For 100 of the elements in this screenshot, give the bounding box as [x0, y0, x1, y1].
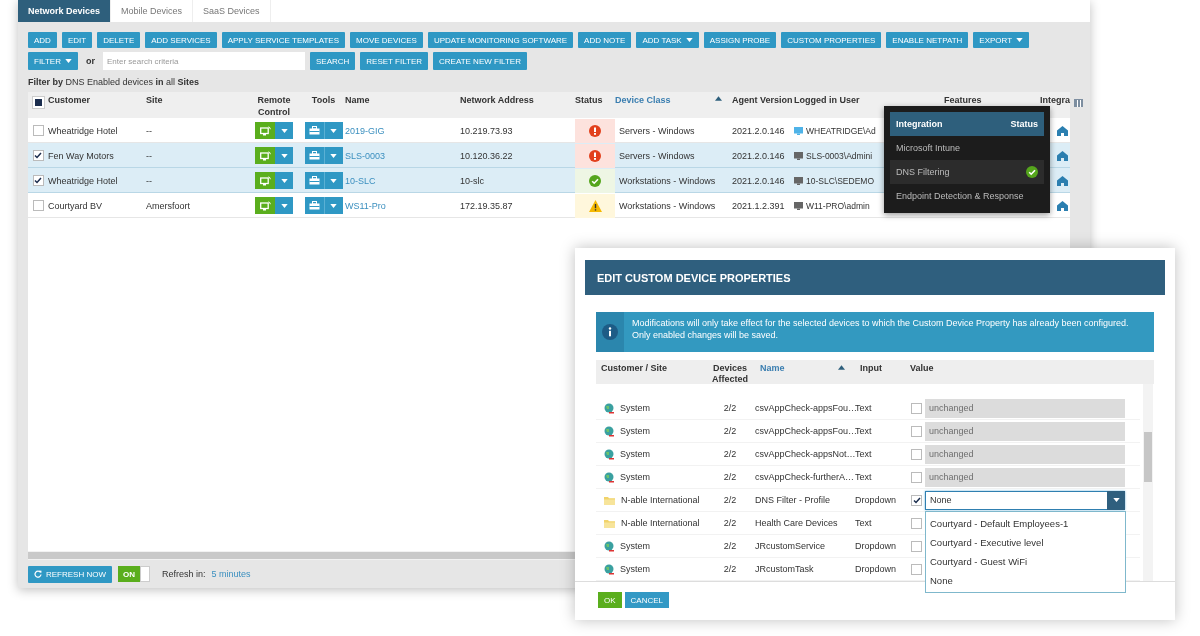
toolbar-button[interactable]: EDIT — [61, 32, 93, 48]
integration-item[interactable]: Microsoft Intune — [890, 136, 1044, 160]
dropdown-option[interactable]: Courtyard - Executive level — [926, 532, 1125, 552]
caret-icon — [330, 128, 337, 133]
tools-button[interactable] — [304, 122, 325, 139]
dropdown-field[interactable]: None — [925, 490, 1125, 510]
filter-action-button[interactable]: SEARCH — [309, 52, 356, 70]
row-checkbox[interactable] — [32, 175, 44, 186]
menu-button[interactable] — [275, 122, 293, 139]
column-header[interactable]: Devices Affected — [705, 360, 755, 385]
device-link[interactable]: 2019-GIG — [345, 125, 460, 136]
filter-action-button[interactable]: CREATE NEW FILTER — [433, 52, 527, 70]
toolbar-button[interactable]: APPLY SERVICE TEMPLATES — [221, 32, 345, 48]
column-header[interactable]: Name — [345, 92, 460, 106]
toolbox-icon — [308, 201, 320, 210]
tools-button[interactable] — [304, 147, 325, 164]
enable-checkbox[interactable] — [911, 563, 922, 575]
table-cell-text: Workstations - Windows — [618, 175, 717, 186]
house-icon[interactable] — [1057, 200, 1068, 211]
remote-control-button[interactable] — [255, 147, 275, 164]
toolbar-button[interactable]: ADD SERVICES — [145, 32, 217, 48]
toolbar-button[interactable]: ENABLE NETPATH — [886, 32, 969, 48]
enable-checkbox[interactable] — [911, 517, 922, 529]
column-header[interactable]: Status — [575, 92, 615, 106]
column-header[interactable]: Agent Version — [732, 92, 794, 106]
row-checkbox[interactable] — [32, 150, 44, 161]
toolbar-button[interactable]: ADD TASK — [636, 32, 699, 48]
tools-button[interactable] — [304, 172, 325, 189]
monitor-icon — [259, 175, 271, 186]
dialog-button[interactable]: CANCEL — [624, 592, 669, 608]
column-header[interactable]: Remote Control — [246, 92, 302, 118]
toolbar-button[interactable]: EXPORT — [973, 32, 1030, 48]
column-header[interactable]: Input — [855, 360, 905, 374]
table-cell-text: Health Care Devices — [755, 518, 839, 528]
enable-checkbox[interactable] — [911, 402, 922, 414]
enable-checkbox[interactable] — [911, 540, 922, 552]
enable-checkbox[interactable] — [911, 448, 922, 460]
enable-checkbox[interactable] — [911, 471, 922, 483]
table-cell: WHEATRIDGE\Ad — [806, 125, 876, 136]
caret-icon — [280, 153, 288, 158]
table-cell-text: Text — [855, 518, 873, 528]
house-icon[interactable] — [1057, 125, 1068, 136]
enable-checkbox[interactable] — [911, 494, 922, 506]
toolbar-button[interactable]: DELETE — [97, 32, 141, 48]
device-link[interactable]: SLS-0003 — [345, 150, 460, 161]
column-header[interactable]: Site — [146, 92, 246, 106]
sort-icon — [838, 365, 845, 370]
column-header[interactable]: Logged in User — [794, 92, 944, 106]
row-checkbox[interactable] — [32, 200, 44, 211]
column-header[interactable]: Customer / Site — [596, 360, 705, 374]
menu-button[interactable] — [275, 197, 293, 214]
tab[interactable]: Network Devices — [18, 0, 112, 22]
select-all-checkbox[interactable] — [32, 96, 44, 108]
table-cell-text: Text — [855, 403, 873, 413]
table-cell-text: Wheatridge Hotel — [48, 125, 119, 136]
column-header[interactable]: Name — [755, 360, 855, 374]
house-icon[interactable] — [1057, 150, 1068, 161]
search-field[interactable]: Enter search criteria — [102, 52, 305, 70]
integration-item[interactable]: DNS Filtering — [890, 160, 1044, 184]
column-header[interactable]: Device Class — [615, 92, 732, 106]
column-header[interactable]: Tools — [302, 92, 345, 106]
remote-control-button[interactable] — [255, 197, 275, 214]
remote-control-button[interactable] — [255, 172, 275, 189]
row-checkbox[interactable] — [32, 125, 44, 136]
house-icon[interactable] — [1057, 175, 1068, 186]
dropdown-option[interactable]: Courtyard - Guest WiFi — [926, 551, 1125, 571]
toolbar-button[interactable]: ASSIGN PROBE — [703, 32, 777, 48]
toolbar-button[interactable]: ADD NOTE — [578, 32, 632, 48]
integration-item[interactable]: Endpoint Detection & Response — [890, 184, 1044, 208]
auto-refresh-toggle[interactable]: ON — [118, 566, 150, 582]
check-icon — [589, 174, 601, 187]
toolbox-icon — [308, 126, 320, 135]
toolbar-button[interactable]: MOVE DEVICES — [350, 32, 423, 48]
columns-icon[interactable] — [1074, 99, 1083, 107]
column-header[interactable]: Customer — [48, 92, 146, 106]
refresh-button[interactable]: REFRESH NOW — [28, 565, 112, 583]
filter-button[interactable]: FILTER — [28, 52, 78, 70]
refresh-interval-link[interactable]: 5 minutes — [211, 569, 251, 579]
filter-summary: Filter by DNS Enabled devices in all Sites — [28, 76, 201, 88]
device-link[interactable]: WS11-Pro — [345, 200, 460, 211]
remote-control-button[interactable] — [255, 122, 275, 139]
tools-button[interactable] — [304, 197, 325, 214]
toolbar-button[interactable]: ADD — [28, 32, 57, 48]
column-header[interactable]: Features — [944, 92, 1040, 106]
vertical-scrollbar[interactable] — [1143, 384, 1153, 581]
dropdown-option[interactable]: Courtyard - Default Employees-1 — [926, 513, 1125, 533]
column-header[interactable]: Network Address — [460, 92, 575, 106]
toolbar-button[interactable]: CUSTOM PROPERTIES — [781, 32, 882, 48]
menu-button[interactable] — [275, 147, 293, 164]
dialog-button[interactable]: OK — [598, 592, 622, 608]
enable-checkbox[interactable] — [911, 425, 922, 437]
dropdown-option[interactable]: None — [926, 570, 1125, 590]
filter-action-button[interactable]: RESET FILTER — [360, 52, 429, 70]
column-header[interactable]: Integra — [1040, 92, 1070, 106]
device-link[interactable]: 10-SLC — [345, 175, 460, 186]
toolbar-button[interactable]: UPDATE MONITORING SOFTWARE — [427, 32, 574, 48]
table-cell-text: 2/2 — [722, 472, 738, 482]
table-cell: SLS-0003\Admini — [806, 150, 873, 161]
column-header[interactable]: Value — [905, 360, 1140, 374]
menu-button[interactable] — [275, 172, 293, 189]
